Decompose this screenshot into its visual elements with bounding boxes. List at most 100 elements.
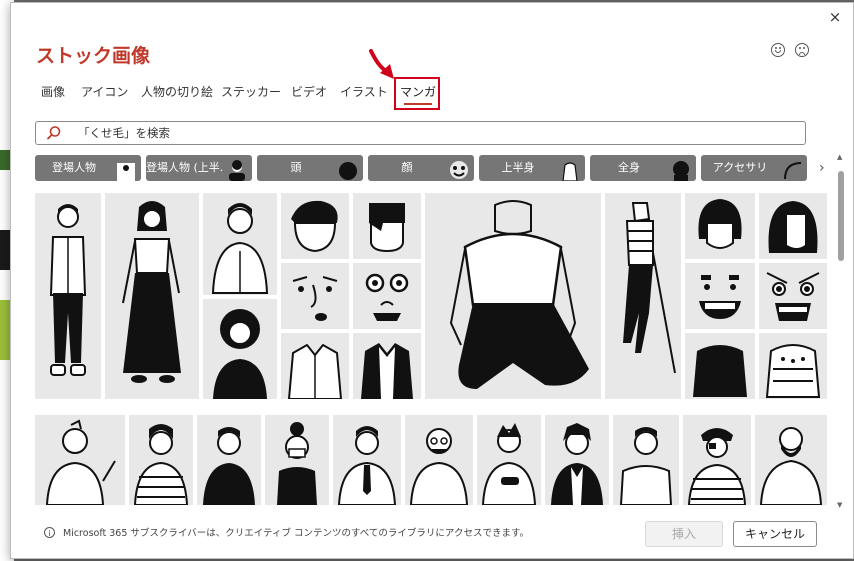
man-tie-illustration [337,426,397,505]
head-short-hair-illustration [291,200,338,253]
manga-result-tile[interactable] [265,415,329,505]
insert-button[interactable]: 挿入 [645,521,723,547]
scroll-up-icon[interactable]: ▲ [837,153,842,161]
kneeling-figure-illustration [449,200,589,389]
tab-videos[interactable]: ビデオ [291,81,327,111]
full-body-thumbnail-icon [673,161,689,181]
accessories-thumbnail-icon [784,162,802,180]
man-hoodie-illustration [211,203,269,294]
manga-result-tile[interactable] [425,193,601,399]
manga-result-tile[interactable] [683,415,751,505]
frown-icon[interactable] [795,43,809,57]
jacket-torso-illustration [361,343,413,399]
manga-result-tile[interactable] [203,299,277,399]
manga-result-tile[interactable] [759,193,827,259]
manga-result-tile[interactable] [281,333,349,400]
manga-tab-highlight [394,77,440,110]
dialog-title: ストック画像 [36,45,151,67]
walking-cane-illustration [623,202,676,374]
search-input[interactable]: 「くせ毛」を検索 [35,121,806,145]
manga-result-tile[interactable] [477,415,541,505]
gamer-man-illustration [481,423,537,505]
subscriber-info: i Microsoft 365 サブスクライバーは、クリエイティブ コンテンツの… [44,525,529,539]
chevron-right-icon[interactable]: › [819,160,825,176]
search-icon [47,126,61,140]
patterned-top-illustration [765,344,821,398]
chip-upper-body[interactable]: 上半身 [479,155,585,181]
face-thumbnail-icon [450,161,468,179]
info-icon: i [44,526,55,538]
manga-result-tile[interactable] [35,415,125,505]
close-button[interactable]: × [827,9,843,25]
hooded-jacket-man-illustration [551,423,603,505]
stock-images-dialog: × ストック画像 画像 アイコン 人物の切り絵 ステッカー ビデオ イラスト マ… [10,2,854,559]
smiley-icon[interactable] [771,43,785,57]
manga-result-tile[interactable] [685,263,755,329]
manga-result-tile[interactable] [613,415,679,505]
manga-result-tile[interactable] [755,415,827,505]
upper-body-thumbnail-icon [562,162,578,181]
bald-glasses-man-illustration [409,428,469,505]
tab-stickers[interactable]: ステッカー [221,81,281,111]
angry-face-illustration [766,272,820,321]
tab-images[interactable]: 画像 [41,81,65,111]
curly-hair-woman-illustration [213,309,267,399]
manga-result-tile[interactable] [685,193,755,259]
manga-result-tile[interactable] [35,193,101,399]
character-upper-thumbnail-icon [229,160,245,181]
long-hair-head-illustration [768,201,818,253]
grin-face-illustration [699,275,741,319]
head-thumbnail-icon [339,162,357,180]
standing-man-illustration [49,204,87,376]
chip-full-body[interactable]: 全身 [590,155,696,181]
manga-result-tile[interactable] [685,333,755,399]
subscriber-info-text: Microsoft 365 サブスクライバーは、クリエイティブ コンテンツのすべ… [63,528,530,539]
chip-characters-upper[interactable]: 登場人物 (上半... [146,155,252,181]
shirt-torso-illustration [287,343,343,400]
manga-result-tile[interactable] [281,263,349,329]
scrollbar-thumb[interactable] [838,171,844,261]
tab-cutout-people[interactable]: 人物の切り絵 [141,81,213,111]
face-expression-illustration [292,276,338,321]
manga-result-tile[interactable] [281,193,349,259]
manga-result-tile[interactable] [203,193,277,295]
tab-icons[interactable]: アイコン [81,81,128,111]
bearded-man-illustration [759,427,823,505]
feedback-buttons [771,43,809,57]
chip-accessories[interactable]: アクセサリ [701,155,807,181]
standing-woman-illustration [122,201,181,383]
alien-character-illustration [45,419,116,505]
dark-sweater-man-illustration [203,427,255,505]
face-goggles-illustration [365,273,409,321]
chip-characters[interactable]: 登場人物 [35,155,141,181]
black-sweater-illustration [693,345,747,397]
manga-result-tile[interactable] [759,263,827,329]
manga-result-tile[interactable] [353,263,421,329]
manga-result-tile[interactable] [333,415,401,505]
bob-hair-head-illustration [698,199,742,249]
characters-thumbnail-icon [117,163,135,181]
manga-result-tile[interactable] [105,193,199,399]
tshirt-man-illustration [619,427,673,505]
scroll-down-icon[interactable]: ▼ [837,501,842,509]
tab-illustrations[interactable]: イラスト [340,81,388,111]
manga-result-tile[interactable] [129,415,193,505]
striped-shirt-man-illustration [133,424,189,505]
manga-result-tile[interactable] [545,415,609,505]
manga-result-tile[interactable] [197,415,261,505]
manga-result-tile[interactable] [405,415,473,505]
manga-result-tile[interactable] [353,193,421,259]
results-grid [35,193,827,505]
woman-mask-illustration [277,422,317,505]
chip-head[interactable]: 頭 [257,155,363,181]
head-flat-top-illustration [369,203,405,253]
cancel-button[interactable]: キャンセル [733,521,817,547]
manga-result-tile[interactable] [353,333,421,399]
manga-result-tile[interactable] [759,333,827,399]
category-chips: 登場人物 登場人物 (上半... 頭 顔 上半身 全身 アクセサリ [35,155,835,181]
vertical-scrollbar[interactable]: ▲ ▼ [836,153,846,513]
chip-face[interactable]: 顔 [368,155,474,181]
pirate-character-illustration [687,428,747,505]
manga-result-tile[interactable] [605,193,681,399]
search-text: 「くせ毛」を検索 [78,126,170,140]
